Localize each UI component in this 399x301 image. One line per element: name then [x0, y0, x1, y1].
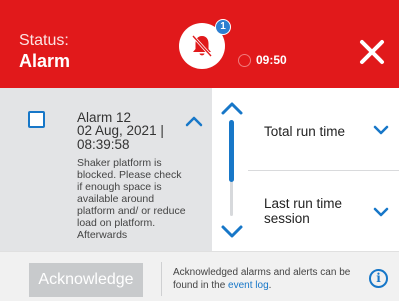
scroll-up-button[interactable] — [220, 100, 244, 121]
scrollbar-thumb[interactable] — [229, 120, 234, 182]
expand-total-run-time[interactable] — [373, 123, 389, 141]
info-row-last-run-time-session[interactable]: Last run time session — [248, 171, 399, 251]
status-label: Status: — [19, 32, 69, 49]
status-value: Alarm — [19, 51, 71, 71]
info-row-label: Total run time — [264, 124, 346, 139]
chevron-down-icon — [373, 207, 389, 217]
info-row-label: Last run time session — [264, 196, 343, 226]
bell-off-icon — [191, 34, 213, 58]
close-button[interactable] — [357, 37, 387, 67]
alarm-header: Status: Alarm 1 09:50 — [0, 0, 399, 88]
info-row-total-run-time[interactable]: Total run time — [248, 88, 399, 171]
chevron-up-icon — [221, 102, 243, 115]
expand-last-run-time-session[interactable] — [373, 205, 389, 223]
collapse-alarm-button[interactable] — [185, 114, 203, 132]
current-time: 09:50 — [256, 53, 287, 67]
chevron-up-icon — [185, 116, 203, 127]
footer-note: Acknowledged alarms and alerts can be fo… — [173, 266, 353, 292]
notification-count-badge: 1 — [215, 19, 231, 35]
alarm-description-clip: Shaker platform is blocked. Please check… — [0, 88, 212, 251]
chevron-down-icon — [373, 125, 389, 135]
acknowledge-button[interactable]: Acknowledge — [29, 263, 143, 297]
event-log-link[interactable]: event log — [228, 280, 269, 291]
footer-note-end: . — [268, 280, 272, 291]
clock-icon — [238, 54, 251, 67]
info-icon[interactable]: i — [369, 269, 388, 288]
chevron-down-icon — [221, 225, 243, 238]
close-icon — [360, 40, 384, 64]
footer-bar: Acknowledge Acknowledged alarms and aler… — [0, 251, 399, 301]
alarm-description: Shaker platform is blocked. Please check… — [77, 157, 186, 241]
scroll-down-button[interactable] — [220, 224, 244, 245]
footer-divider — [161, 262, 162, 296]
